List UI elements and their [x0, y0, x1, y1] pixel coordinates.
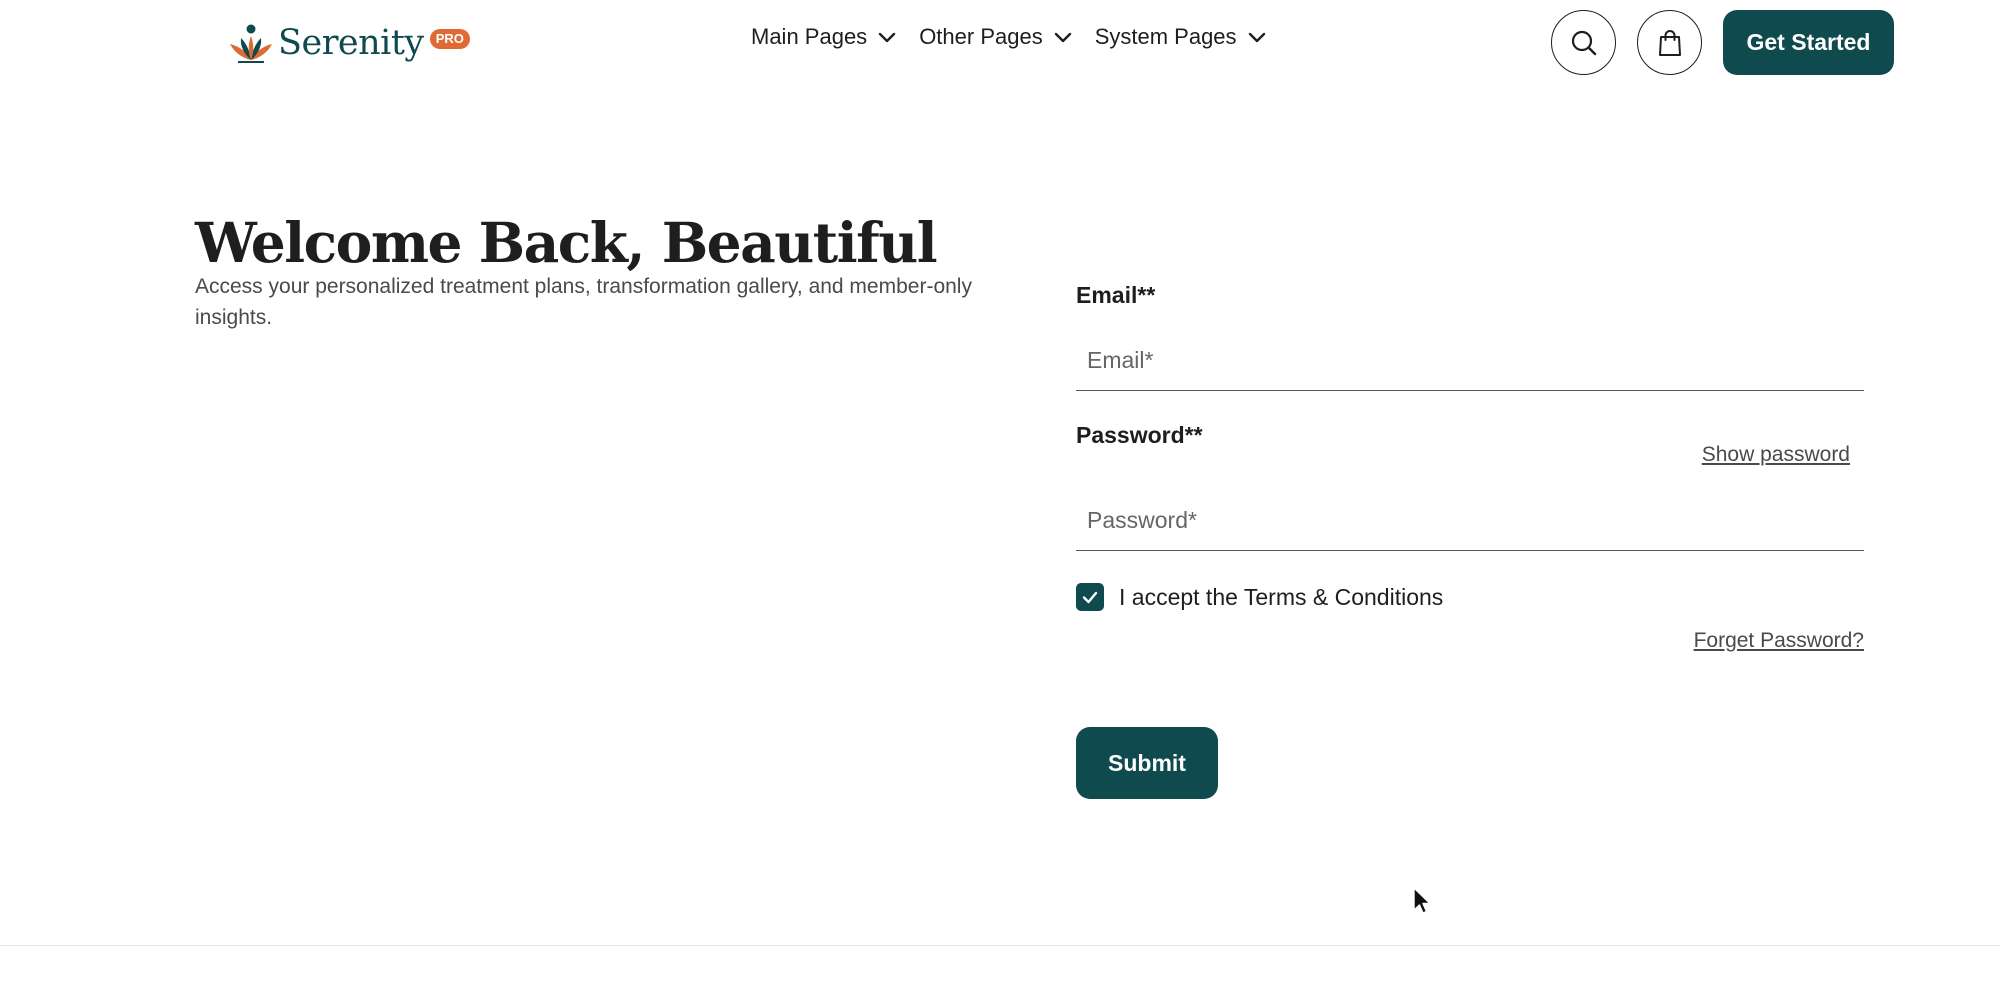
site-header: Serenity PRO Main Pages Other Pages Syst… [0, 0, 2000, 86]
terms-checkbox[interactable] [1076, 583, 1104, 611]
cart-button[interactable] [1637, 10, 1702, 75]
show-password-link[interactable]: Show password [1702, 443, 1850, 467]
email-label: Email** [1076, 282, 1156, 308]
logo[interactable]: Serenity PRO [228, 22, 470, 64]
password-label: Password** [1076, 422, 1203, 448]
terms-row: I accept the Terms & Conditions [1076, 583, 1443, 611]
forget-password-link[interactable]: Forget Password? [1694, 629, 1864, 653]
terms-label[interactable]: I accept the Terms & Conditions [1119, 584, 1443, 611]
mouse-cursor-icon [1413, 887, 1431, 914]
footer-divider [0, 945, 2000, 946]
chevron-down-icon [878, 32, 896, 43]
page-title: Welcome Back, Beautiful [195, 210, 938, 275]
nav-main-pages[interactable]: Main Pages [751, 24, 897, 50]
pro-badge: PRO [429, 29, 470, 49]
main-nav: Main Pages Other Pages System Pages [751, 24, 1267, 50]
password-input[interactable] [1076, 491, 1864, 551]
nav-system-pages[interactable]: System Pages [1095, 24, 1267, 50]
nav-other-pages-label: Other Pages [919, 24, 1043, 49]
shopping-bag-icon [1658, 29, 1681, 56]
checkmark-icon [1082, 591, 1098, 604]
search-icon [1571, 30, 1596, 55]
search-button[interactable] [1551, 10, 1616, 75]
nav-system-pages-label: System Pages [1094, 24, 1237, 49]
lotus-figure-icon [230, 24, 272, 63]
page-subtitle: Access your personalized treatment plans… [195, 275, 972, 329]
logo-text: Serenity [278, 23, 424, 63]
nav-main-pages-label: Main Pages [751, 24, 868, 49]
email-input[interactable] [1076, 331, 1864, 391]
submit-button[interactable]: Submit [1076, 727, 1218, 799]
chevron-down-icon [1248, 32, 1265, 43]
chevron-down-icon [1054, 32, 1071, 43]
get-started-button[interactable]: Get Started [1723, 10, 1894, 75]
nav-other-pages[interactable]: Other Pages [919, 24, 1073, 50]
